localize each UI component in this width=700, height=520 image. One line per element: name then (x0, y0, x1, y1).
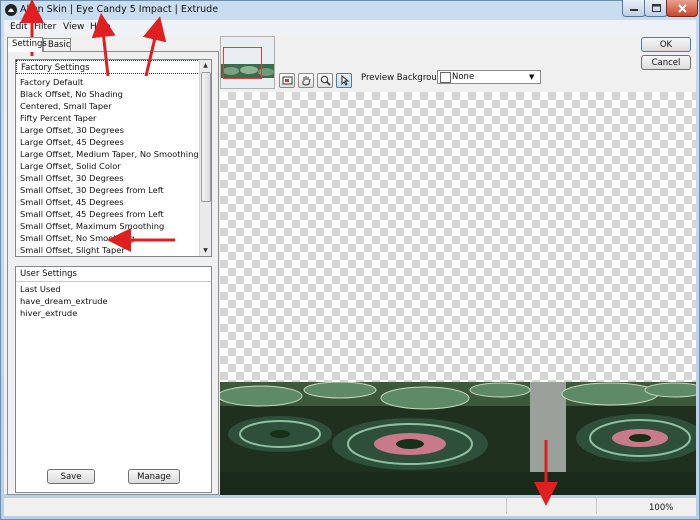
tab-settings[interactable]: Settings (7, 37, 47, 52)
zoom-icon (320, 75, 331, 86)
scroll-down-icon[interactable]: ▼ (200, 245, 211, 256)
pointer-tool-button[interactable] (336, 73, 352, 88)
list-item[interactable]: Centered, Small Taper (20, 101, 112, 111)
manage-button[interactable]: Manage (128, 469, 180, 484)
factory-settings-header[interactable]: Factory Settings (16, 60, 200, 74)
preview-background-swatch (440, 72, 451, 83)
status-separator (506, 498, 507, 514)
minimize-button[interactable] (622, 0, 646, 17)
list-item[interactable]: Small Offset, Maximum Smoothing (20, 221, 164, 231)
list-item[interactable]: hiver_extrude (20, 308, 77, 318)
app-logo-icon (5, 4, 17, 16)
scroll-up-icon[interactable]: ▲ (200, 60, 211, 71)
list-item[interactable]: Last Used (20, 284, 61, 294)
menu-help[interactable]: Help (90, 22, 111, 32)
ok-button[interactable]: OK (641, 37, 691, 52)
list-item[interactable]: Small Offset, No Smoothing (20, 233, 135, 243)
menu-view[interactable]: View (63, 22, 84, 32)
navigator-icon (282, 76, 292, 85)
tab-basic[interactable]: Basic (43, 38, 71, 51)
list-item[interactable]: have_dream_extrude (20, 296, 108, 306)
preview-background-value: None (452, 72, 475, 82)
minimize-icon (630, 9, 638, 11)
menu-bar: Edit Filter View Help (4, 20, 696, 34)
save-button[interactable]: Save (47, 469, 95, 484)
factory-list-scrollbar[interactable]: ▲ ▼ (199, 60, 211, 256)
list-item[interactable]: Large Offset, 45 Degrees (20, 137, 124, 147)
maximize-icon (651, 4, 661, 12)
window-title: Alien Skin | Eye Candy 5 Impact | Extrud… (20, 4, 219, 15)
list-item[interactable]: Large Offset, Medium Taper, No Smoothing (20, 149, 199, 159)
navigator-button[interactable] (279, 73, 295, 88)
list-item[interactable]: Factory Default (20, 77, 83, 87)
list-item[interactable]: Black Offset, No Shading (20, 89, 123, 99)
close-button[interactable] (666, 0, 698, 17)
preview-canvas[interactable] (220, 92, 696, 495)
close-icon (677, 3, 687, 13)
thumbnail-viewport[interactable] (223, 47, 262, 79)
menu-edit[interactable]: Edit (10, 22, 27, 32)
list-item[interactable]: Large Offset, 30 Degrees (20, 125, 124, 135)
list-item[interactable]: Small Offset, 30 Degrees (20, 173, 124, 183)
status-separator (596, 498, 597, 514)
zoom-level: 100% (649, 503, 674, 513)
user-settings-list[interactable]: User Settings Last Used have_dream_extru… (15, 266, 212, 493)
zoom-tool-button[interactable] (317, 73, 333, 88)
dropdown-arrow-icon[interactable]: ▼ (529, 73, 534, 81)
pointer-icon (341, 75, 349, 86)
preview-image (220, 382, 696, 495)
list-item[interactable]: Fifty Percent Taper (20, 113, 96, 123)
title-bar: Alien Skin | Eye Candy 5 Impact | Extrud… (0, 0, 700, 20)
status-bar (4, 497, 696, 516)
list-item[interactable]: Small Offset, 30 Degrees from Left (20, 185, 164, 195)
hand-icon (302, 76, 310, 86)
list-item[interactable]: Small Offset, Slight Taper (20, 245, 125, 255)
hand-tool-button[interactable] (298, 73, 314, 88)
list-item[interactable]: Small Offset, 45 Degrees (20, 197, 124, 207)
list-item[interactable]: Small Offset, 45 Degrees from Left (20, 209, 164, 219)
maximize-button[interactable] (644, 0, 668, 17)
cancel-button[interactable]: Cancel (641, 55, 691, 70)
scrollbar-thumb[interactable] (201, 72, 211, 202)
factory-settings-list[interactable]: Factory Settings Factory Default Black O… (15, 59, 212, 257)
menu-filter[interactable]: Filter (34, 22, 56, 32)
list-item[interactable]: Large Offset, Solid Color (20, 161, 121, 171)
user-settings-header: User Settings (16, 267, 211, 282)
